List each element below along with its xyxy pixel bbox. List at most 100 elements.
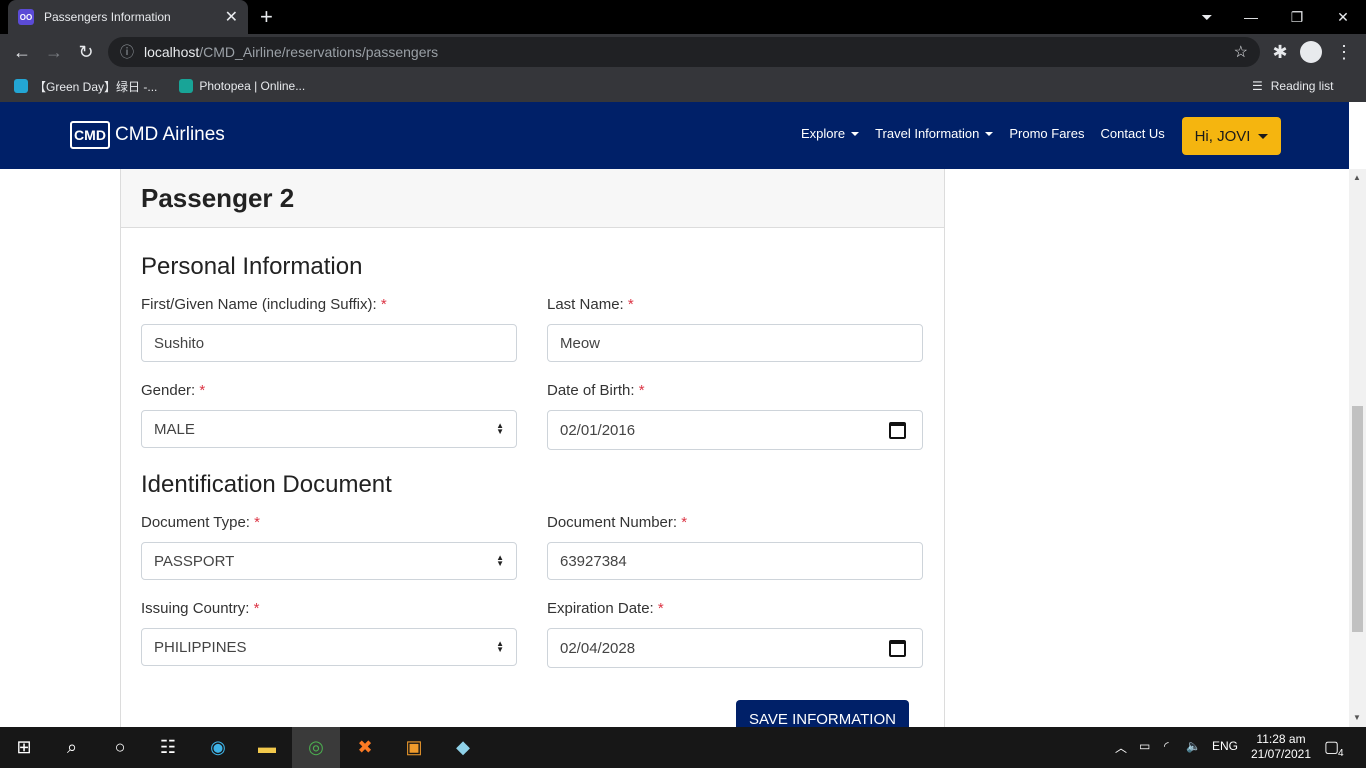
logo-mark: CMD bbox=[70, 121, 110, 149]
clock-time: 11:28 am bbox=[1256, 732, 1306, 746]
calendar-icon[interactable] bbox=[889, 640, 906, 657]
restore-icon[interactable]: ❐ bbox=[1274, 0, 1320, 34]
last-name-field[interactable]: Meow bbox=[547, 324, 923, 362]
expiration-date-label: Expiration Date: * bbox=[547, 600, 664, 617]
minimize-icon[interactable]: — bbox=[1228, 0, 1274, 34]
wifi-icon[interactable]: ◜ bbox=[1164, 739, 1169, 753]
search-icon[interactable]: ⌕ bbox=[48, 727, 96, 768]
browser-toolbar: ← → ↻ ⓘ localhost /CMD_Airline/reservati… bbox=[0, 34, 1366, 70]
brand-name: CMD Airlines bbox=[115, 124, 225, 145]
close-window-icon[interactable]: ✕ bbox=[1320, 0, 1366, 34]
url-path: /CMD_Airline/reservations/passengers bbox=[199, 44, 439, 60]
file-explorer-icon[interactable]: ▬ bbox=[243, 727, 291, 768]
site-navbar: CMD CMD Airlines Explore Travel Informat… bbox=[0, 102, 1349, 169]
nav-explore[interactable]: Explore bbox=[801, 126, 859, 141]
user-menu-button[interactable]: Hi, JOVI bbox=[1182, 117, 1281, 155]
xampp-icon[interactable]: ✖ bbox=[341, 727, 389, 768]
browser-tab[interactable]: OO Passengers Information ✕ bbox=[8, 0, 248, 34]
site-info-icon[interactable]: ⓘ bbox=[120, 42, 134, 62]
section-identification-document: Identification Document bbox=[141, 471, 392, 498]
section-personal-information: Personal Information bbox=[141, 253, 363, 280]
address-bar[interactable]: ⓘ localhost /CMD_Airline/reservations/pa… bbox=[108, 37, 1260, 67]
notifications-icon[interactable]: ▢ bbox=[1324, 737, 1339, 757]
task-view-icon[interactable]: ☷ bbox=[144, 727, 192, 768]
calendar-icon[interactable] bbox=[889, 422, 906, 439]
dob-date-input[interactable]: 02/01/2016 bbox=[547, 410, 923, 450]
document-type-label: Document Type: * bbox=[141, 514, 260, 531]
gender-label: Gender: * bbox=[141, 382, 206, 399]
avatar[interactable] bbox=[1300, 41, 1322, 63]
battery-icon[interactable]: ▭ bbox=[1139, 739, 1150, 753]
dob-label: Date of Birth: * bbox=[547, 382, 645, 399]
reading-list-label: Reading list bbox=[1270, 79, 1334, 93]
reading-list[interactable]: ☰ Reading list bbox=[1252, 79, 1333, 93]
notes-app-icon[interactable]: ◆ bbox=[439, 727, 487, 768]
tab-close-icon[interactable]: ✕ bbox=[225, 7, 238, 27]
select-arrows-icon: ▲ ▼ bbox=[496, 639, 504, 654]
user-greeting: Hi, JOVI bbox=[1194, 127, 1251, 145]
tray-overflow-icon[interactable]: ︿ bbox=[1115, 739, 1127, 756]
first-name-label: First/Given Name (including Suffix): * bbox=[141, 296, 387, 313]
bookmark-item[interactable]: 【Green Day】绿日 -... bbox=[14, 78, 157, 95]
bookmark-label: Photopea | Online... bbox=[199, 79, 306, 93]
document-number-label: Document Number: * bbox=[547, 514, 688, 531]
scroll-up-icon[interactable]: ▲ bbox=[1353, 173, 1361, 182]
sublime-text-icon[interactable]: ▣ bbox=[390, 727, 438, 768]
last-name-value: Meow bbox=[560, 334, 601, 352]
browser-titlebar: OO Passengers Information ✕ + ⏷ — ❐ ✕ bbox=[0, 0, 1366, 34]
photopea-icon bbox=[179, 79, 194, 93]
windows-taskbar: ⊞ ⌕ ○ ☷ ◉ ▬ ◎ ✖ ▣ ◆ ︿ ▭ ◜ 🔈 ENG 11:28 am… bbox=[0, 727, 1366, 768]
select-arrows-icon: ▲ ▼ bbox=[496, 553, 504, 568]
bookmarks-bar: 【Green Day】绿日 -... Photopea | Online... … bbox=[0, 70, 1366, 102]
forward-icon[interactable]: → bbox=[42, 40, 66, 64]
back-icon[interactable]: ← bbox=[10, 40, 34, 64]
issuing-country-value: PHILIPPINES bbox=[154, 638, 247, 656]
profile-menu-icon[interactable]: ⏷ bbox=[1184, 0, 1230, 34]
windows-start-icon[interactable]: ⊞ bbox=[0, 727, 48, 768]
chevron-down-icon bbox=[1258, 133, 1269, 139]
new-tab-icon[interactable]: + bbox=[260, 4, 273, 30]
bookmark-star-icon[interactable]: ☆ bbox=[1234, 42, 1248, 62]
cortana-icon[interactable]: ○ bbox=[96, 727, 144, 768]
issuing-country-select[interactable]: PHILIPPINES ▲ ▼ bbox=[141, 628, 517, 666]
volume-icon[interactable]: 🔈 bbox=[1186, 739, 1201, 753]
scrollbar-thumb[interactable] bbox=[1352, 406, 1363, 632]
select-arrows-icon: ▲ ▼ bbox=[496, 421, 504, 436]
scroll-down-icon[interactable]: ▼ bbox=[1353, 713, 1361, 722]
page-title: Passenger 2 bbox=[141, 182, 295, 213]
url-host: localhost bbox=[144, 44, 200, 60]
document-type-select[interactable]: PASSPORT ▲ ▼ bbox=[141, 542, 517, 580]
nav-promo-fares[interactable]: Promo Fares bbox=[1009, 126, 1084, 141]
bookmark-item[interactable]: Photopea | Online... bbox=[179, 79, 305, 93]
tab-title: Passengers Information bbox=[44, 10, 171, 24]
reload-icon[interactable]: ↻ bbox=[74, 40, 98, 64]
nav-links: Explore Travel Information Promo Fares C… bbox=[801, 126, 1181, 141]
nav-contact-us[interactable]: Contact Us bbox=[1101, 126, 1165, 141]
edge-icon[interactable]: ◉ bbox=[194, 727, 242, 768]
clock-date: 21/07/2021 bbox=[1250, 747, 1312, 761]
extensions-icon[interactable]: ✱ bbox=[1268, 40, 1292, 64]
first-name-value: Sushito bbox=[154, 334, 205, 352]
document-number-field[interactable]: 63927384 bbox=[547, 542, 923, 580]
page-content: Passenger 2 Personal Information First/G… bbox=[0, 169, 1349, 727]
reading-list-icon: ☰ bbox=[1252, 79, 1263, 93]
site-logo[interactable]: CMD CMD Airlines bbox=[70, 121, 225, 149]
nav-travel-information[interactable]: Travel Information bbox=[875, 126, 993, 141]
gender-select[interactable]: MALE ▲ ▼ bbox=[141, 410, 517, 448]
bilibili-icon bbox=[14, 79, 28, 93]
save-information-button[interactable]: SAVE INFORMATION bbox=[736, 700, 909, 727]
notification-count: 4 bbox=[1338, 748, 1344, 759]
page-scrollbar[interactable]: ▲ ▼ bbox=[1349, 169, 1366, 727]
dob-value: 02/01/2016 bbox=[560, 421, 636, 439]
tab-favicon-icon: OO bbox=[18, 9, 34, 25]
last-name-label: Last Name: * bbox=[547, 296, 634, 313]
bookmark-label: 【Green Day】绿日 -... bbox=[34, 79, 158, 94]
expiration-date-value: 02/04/2028 bbox=[560, 639, 636, 657]
browser-menu-icon[interactable]: ⋮ bbox=[1332, 40, 1356, 64]
first-name-field[interactable]: Sushito bbox=[141, 324, 517, 362]
chrome-icon[interactable]: ◎ bbox=[292, 727, 340, 768]
language-indicator[interactable]: ENG bbox=[1212, 739, 1238, 753]
system-clock[interactable]: 11:28 am 21/07/2021 bbox=[1246, 732, 1316, 762]
document-type-value: PASSPORT bbox=[154, 552, 235, 570]
expiration-date-input[interactable]: 02/04/2028 bbox=[547, 628, 923, 668]
